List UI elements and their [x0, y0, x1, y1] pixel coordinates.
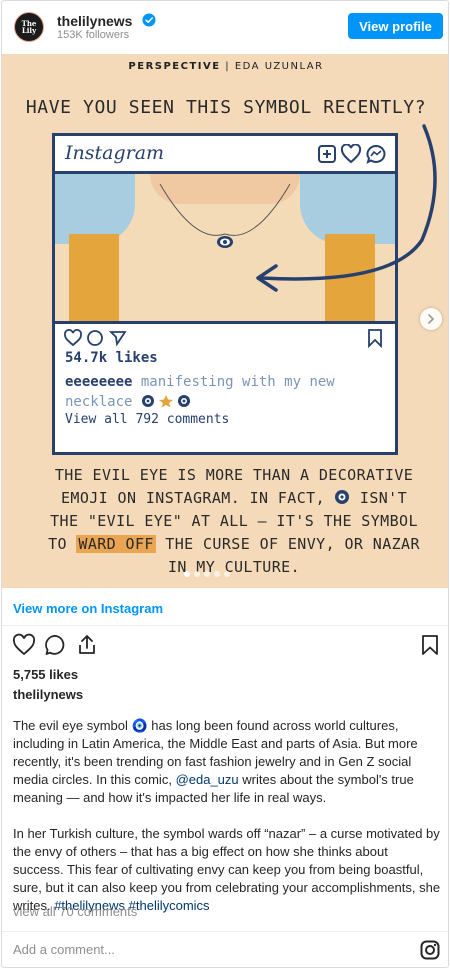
username-link[interactable]: thelilynews — [57, 13, 132, 29]
save-bookmark-icon[interactable] — [418, 633, 442, 657]
post-image-comic[interactable]: PERSPECTIVE | EDA UZUNLAR HAVE YOU SEEN … — [2, 54, 448, 588]
carousel-dot — [194, 571, 200, 577]
add-comment-input[interactable]: Add a comment... — [13, 942, 115, 957]
comic-instagram-logo: Instagram — [65, 142, 165, 164]
share-icon[interactable] — [75, 633, 99, 657]
comic-body-highlight: WARD OFF — [76, 535, 156, 553]
carousel-dots — [184, 571, 230, 577]
comic-body-text: THE EVIL EYE IS MORE THAN A DECORATIVE E… — [44, 464, 424, 579]
comic-likes: 54.7k likes — [65, 350, 158, 366]
comic-body-part3: THE CURSE OF ENVY, OR NAZAR IN MY CULTUR… — [165, 535, 420, 576]
follower-count: 153K followers — [57, 29, 130, 41]
chevron-right-icon — [428, 314, 435, 324]
like-count[interactable]: 5,755 likes — [13, 667, 78, 682]
view-more-on-instagram-link[interactable]: View more on Instagram — [13, 601, 163, 616]
divider — [2, 625, 448, 626]
carousel-dot — [204, 571, 210, 577]
avatar-text-line2: Lily — [21, 26, 37, 35]
caption-paragraph-1: The evil eye symbol 🧿 has long been foun… — [13, 717, 441, 807]
evil-eye-emoji-icons — [141, 395, 190, 408]
comment-bar: Add a comment... — [2, 931, 448, 967]
comic-caption: eeeeeeee manifesting with my new necklac… — [65, 372, 385, 412]
like-heart-icon[interactable] — [12, 633, 36, 657]
carousel-dot — [214, 571, 220, 577]
comic-author-label: | EDA UZUNLAR — [225, 61, 324, 72]
instagram-embed-card: The Lily thelilynews 153K followers View… — [1, 0, 449, 968]
comic-header: PERSPECTIVE | EDA UZUNLAR — [2, 61, 448, 72]
carousel-dot — [184, 571, 190, 577]
view-all-comments-link[interactable]: view all 70 comments — [13, 904, 137, 919]
action-row — [2, 633, 448, 663]
caption-username[interactable]: thelilynews — [13, 687, 83, 702]
comic-question: HAVE YOU SEEN THIS SYMBOL RECENTLY? — [25, 97, 427, 118]
left-sleeve-shape — [69, 234, 119, 321]
comic-bookmark-icon — [368, 329, 382, 348]
carousel-next-button[interactable] — [420, 308, 442, 330]
post-caption: The evil eye symbol 🧿 has long been foun… — [13, 717, 441, 915]
comment-bubble-icon[interactable] — [44, 633, 68, 657]
comic-comments-link: View all 792 comments — [65, 412, 230, 427]
comic-like-comment-share-icons — [64, 329, 127, 347]
hashtag-link[interactable]: #thelilycomics — [129, 898, 210, 913]
instagram-glyph-icon[interactable] — [420, 940, 440, 960]
caption-paragraph-2: In her Turkish culture, the symbol wards… — [13, 825, 441, 915]
comic-series-label: PERSPECTIVE — [128, 61, 221, 72]
post-header: The Lily thelilynews 153K followers View… — [2, 1, 448, 53]
verified-badge-icon — [142, 13, 156, 27]
avatar[interactable]: The Lily — [14, 12, 44, 42]
curved-arrow-icon — [256, 124, 437, 292]
evil-eye-inline-icon — [335, 490, 350, 504]
comic-frame-actions — [63, 328, 387, 348]
carousel-dot — [224, 571, 230, 577]
comic-caption-user: eeeeeeee — [65, 374, 133, 390]
mention-link[interactable]: @eda_uzu — [176, 772, 239, 787]
view-profile-button[interactable]: View profile — [348, 13, 443, 39]
